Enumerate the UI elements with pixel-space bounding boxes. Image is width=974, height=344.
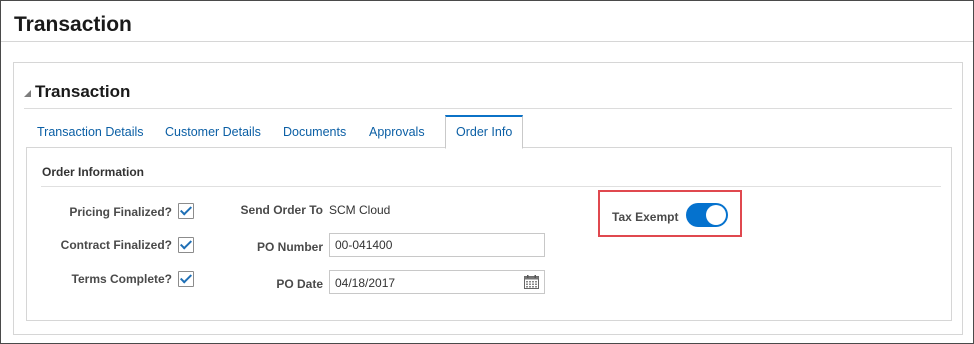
divider — [24, 108, 952, 109]
tax-exempt-label: Tax Exempt — [612, 210, 679, 224]
transaction-panel: Transaction Transaction Details Customer… — [13, 62, 963, 335]
po-date-field[interactable]: 04/18/2017 — [329, 270, 545, 294]
toggle-knob[interactable] — [706, 205, 726, 225]
contract-finalized-checkbox[interactable] — [178, 237, 194, 253]
page-title: Transaction — [14, 13, 132, 36]
checkbox-check-icon — [179, 237, 193, 250]
section-header[interactable]: Transaction — [24, 82, 130, 102]
divider — [41, 186, 941, 187]
po-date-label: PO Date — [276, 277, 323, 291]
window: Transaction Transaction Transaction Deta… — [0, 0, 974, 344]
section-title: Transaction — [35, 82, 131, 101]
checkbox-check-icon — [179, 271, 193, 284]
po-number-label: PO Number — [256, 240, 323, 254]
send-order-to-value: SCM Cloud — [329, 203, 391, 217]
tab-order-info[interactable]: Order Info — [445, 115, 524, 149]
checkbox-check-icon — [179, 203, 193, 216]
po-date-value: 04/18/2017 — [335, 276, 396, 290]
terms-complete-label: Terms Complete? — [71, 272, 172, 286]
pricing-finalized-checkbox[interactable] — [178, 203, 194, 219]
contract-finalized-label: Contract Finalized? — [60, 238, 172, 252]
order-info-content: Order Information Pricing Finalized? Con… — [26, 147, 952, 321]
tax-exempt-toggle[interactable] — [686, 203, 728, 227]
collapse-triangle-icon[interactable] — [24, 90, 31, 97]
subsection-title: Order Information — [42, 165, 145, 179]
terms-complete-checkbox[interactable] — [178, 271, 194, 287]
pricing-finalized-label: Pricing Finalized? — [69, 205, 172, 219]
calendar-icon[interactable] — [524, 275, 539, 289]
divider — [1, 41, 973, 42]
tab-transaction-details[interactable]: Transaction Details — [37, 115, 144, 147]
tax-exempt-highlight: Tax Exempt — [598, 190, 742, 237]
tab-documents[interactable]: Documents — [283, 115, 346, 147]
tab-approvals[interactable]: Approvals — [369, 115, 425, 147]
po-number-input[interactable] — [329, 233, 545, 257]
tab-customer-details[interactable]: Customer Details — [165, 115, 261, 147]
send-order-to-label: Send Order To — [240, 203, 323, 217]
